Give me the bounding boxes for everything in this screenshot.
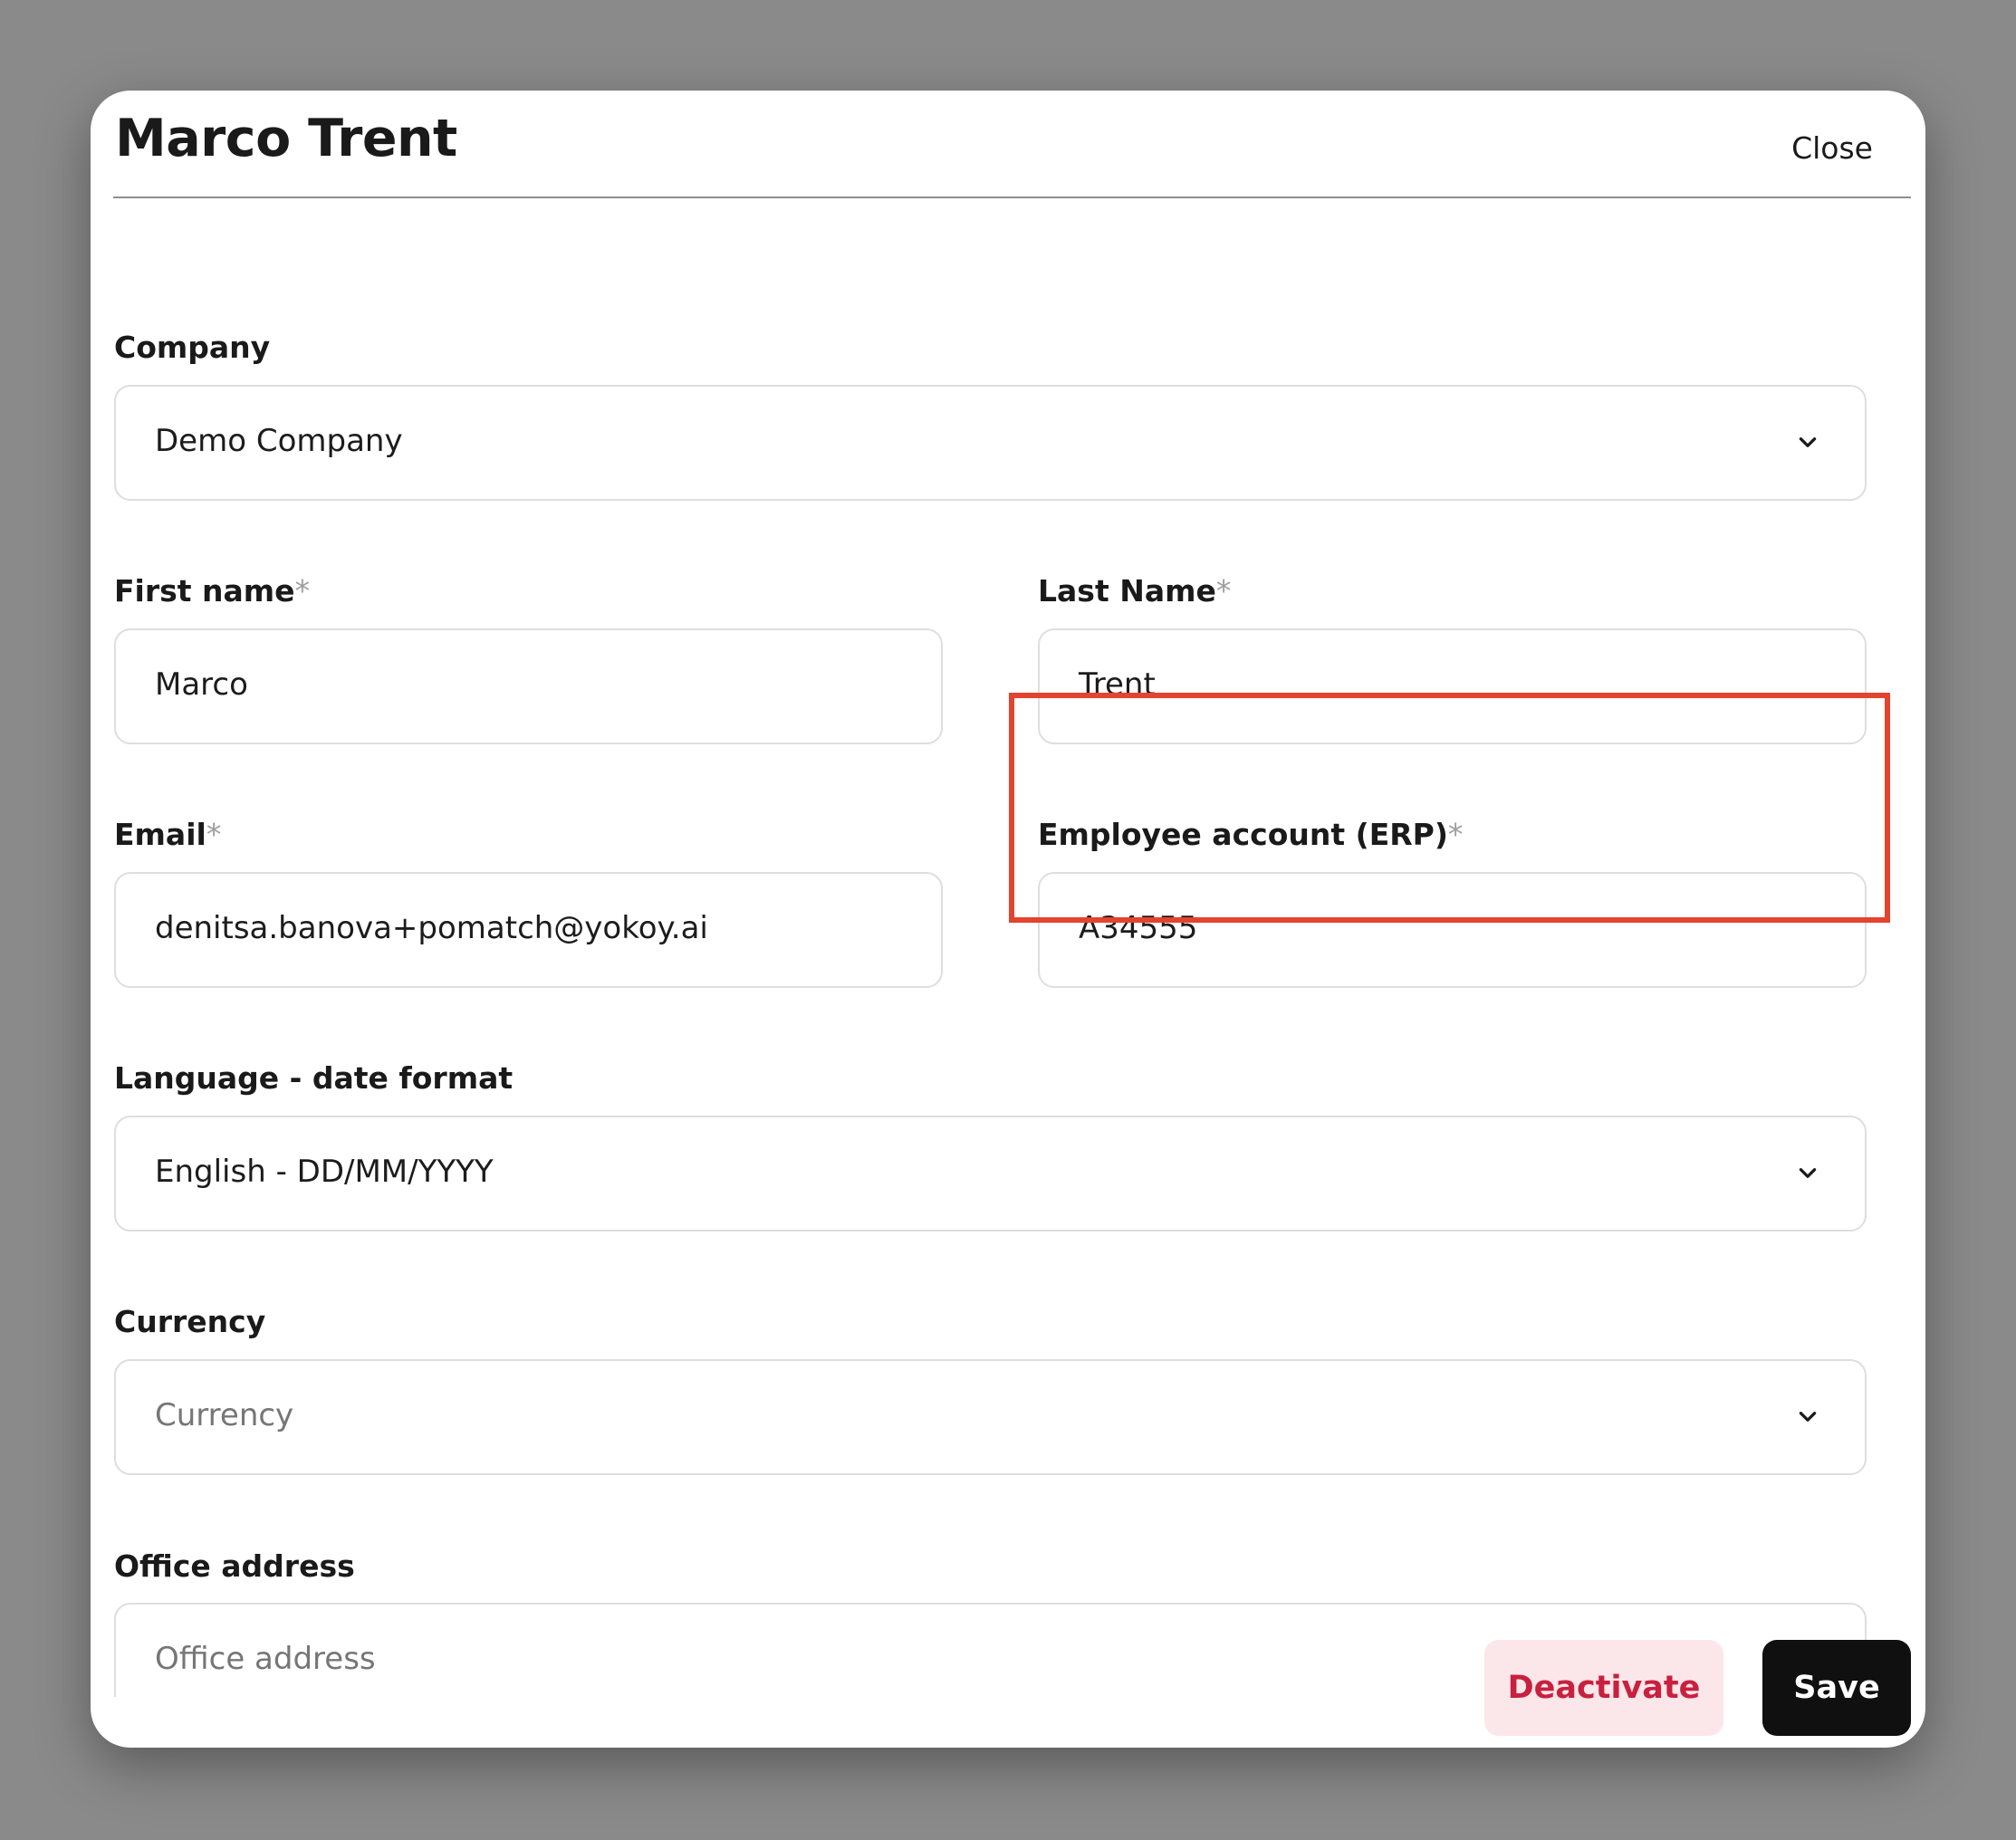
modal-body: Company Demo Company First name* Marco L… — [114, 198, 1889, 1697]
modal-header: Marco Trent Close — [113, 91, 1911, 198]
first-name-label: First name* — [114, 573, 310, 609]
deactivate-button[interactable]: Deactivate — [1484, 1640, 1723, 1736]
first-name-field[interactable]: Marco — [114, 628, 943, 744]
currency-select[interactable]: Currency — [114, 1359, 1867, 1475]
email-field[interactable]: denitsa.banova+pomatch@yokoy.ai — [114, 872, 943, 988]
required-mark: * — [206, 817, 222, 852]
email-label: Email* — [114, 817, 221, 852]
currency-label: Currency — [114, 1304, 265, 1339]
first-name-label-text: First name — [114, 573, 295, 609]
highlight-box — [1009, 693, 1890, 923]
required-mark: * — [1215, 573, 1232, 609]
company-select[interactable]: Demo Company — [114, 385, 1867, 501]
last-name-label-text: Last Name — [1038, 573, 1216, 609]
company-label-text: Company — [114, 330, 271, 365]
chevron-down-icon — [1799, 437, 1817, 447]
edit-employee-modal: Marco Trent Close Company Demo Company F… — [91, 91, 1925, 1748]
office-address-placeholder: Office address — [155, 1641, 376, 1677]
language-select[interactable]: English - DD/MM/YYYY — [114, 1116, 1867, 1231]
currency-placeholder: Currency — [155, 1397, 294, 1433]
company-value: Demo Company — [155, 423, 403, 459]
save-button[interactable]: Save — [1762, 1640, 1911, 1736]
office-address-label: Office address — [114, 1548, 355, 1584]
language-value: English - DD/MM/YYYY — [155, 1154, 494, 1190]
modal-title: Marco Trent — [115, 109, 457, 168]
chevron-down-icon — [1799, 1168, 1817, 1178]
language-label-text: Language - date format — [114, 1060, 514, 1096]
currency-label-text: Currency — [114, 1304, 266, 1339]
chevron-down-icon — [1799, 1412, 1817, 1422]
email-label-text: Email — [114, 817, 206, 852]
email-value: denitsa.banova+pomatch@yokoy.ai — [155, 910, 708, 946]
language-label: Language - date format — [114, 1060, 513, 1096]
close-button[interactable]: Close — [1791, 130, 1873, 166]
company-label: Company — [114, 330, 270, 365]
last-name-label: Last Name* — [1038, 573, 1231, 609]
first-name-value: Marco — [155, 666, 248, 703]
required-mark: * — [294, 573, 311, 609]
office-address-label-text: Office address — [114, 1548, 355, 1584]
